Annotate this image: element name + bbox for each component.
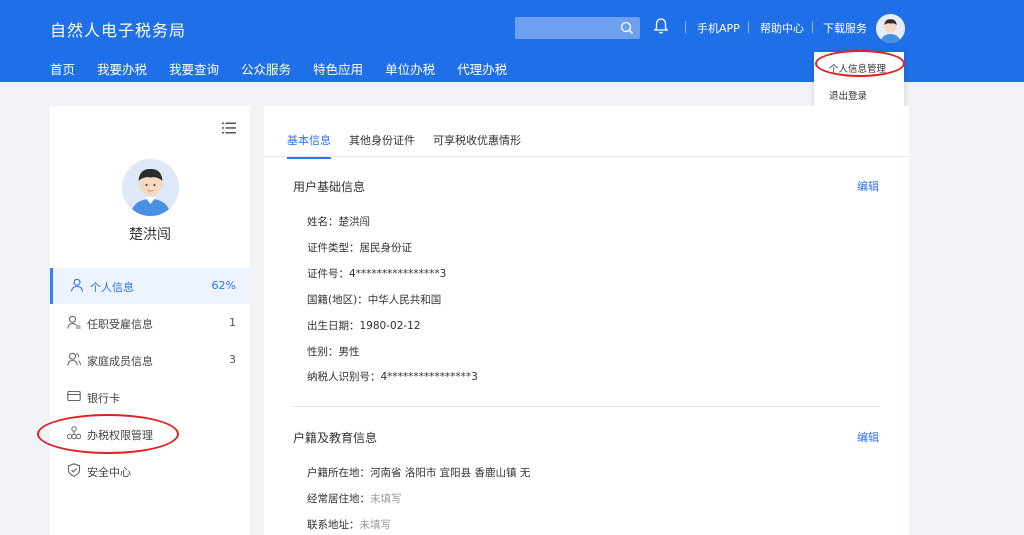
sidebar-item-label: 银行卡 (87, 392, 120, 405)
nav-home[interactable]: 首页 (50, 59, 75, 78)
nav-company-tax[interactable]: 单位办税 (385, 59, 435, 78)
avatar-icon (876, 14, 905, 43)
menu-logout[interactable]: 退出登录 (829, 88, 867, 102)
field-value: 未填写 (359, 519, 392, 531)
divider (293, 406, 879, 407)
field-birth-date: 出生日期：1980-02-12 (307, 318, 421, 333)
personal-info-content: 基本信息 其他身份证件 可享税收优惠情形 用户基础信息 编辑 姓名：楚洪闯 证件… (264, 106, 909, 535)
field-value: 河南省 洛阳市 宜阳县 香鹿山镇 无 (370, 467, 531, 479)
field-value: 居民身份证 (359, 242, 413, 254)
field-id-type: 证件类型：居民身份证 (307, 240, 412, 255)
sidebar-item-label: 办税权限管理 (87, 429, 153, 442)
section-title-household-info: 户籍及教育信息 (293, 431, 378, 445)
main-nav: 首页 我要办税 我要查询 公众服务 特色应用 单位办税 代理办税 (50, 59, 529, 78)
bell-icon[interactable] (653, 17, 669, 35)
nav-agent-tax[interactable]: 代理办税 (457, 59, 507, 78)
divider (812, 21, 813, 33)
sidebar-item-label: 个人信息 (90, 281, 134, 294)
edit-basic-info-link[interactable]: 编辑 (857, 178, 879, 194)
user-dropdown-menu: 个人信息管理 退出登录 (814, 52, 904, 106)
search-input[interactable] (521, 19, 621, 37)
tab-tax-preferences[interactable]: 可享税收优惠情形 (433, 132, 521, 158)
item-count: 1 (229, 316, 236, 329)
avatar-icon (122, 159, 179, 216)
field-value: 4****************3 (349, 268, 447, 280)
edit-household-info-link[interactable]: 编辑 (857, 429, 879, 445)
menu-personal-info-management[interactable]: 个人信息管理 (829, 61, 886, 75)
sidebar-item-personal-info[interactable]: 个人信息 62% (50, 268, 250, 304)
field-label: 联系地址： (307, 519, 360, 531)
users-icon (67, 352, 81, 366)
field-value: 未填写 (370, 493, 402, 505)
field-label: 性别： (307, 346, 339, 358)
sidebar-item-security-center[interactable]: 安全中心 (50, 453, 250, 489)
field-label: 经常居住地： (307, 493, 370, 505)
download-service-link[interactable]: 下载服务 (823, 20, 867, 36)
profile-avatar (122, 159, 179, 216)
field-gender: 性别：男性 (307, 344, 360, 359)
help-center-link[interactable]: 帮助中心 (760, 20, 804, 36)
divider (685, 21, 686, 33)
field-label: 姓名： (307, 216, 339, 228)
field-label: 纳税人识别号： (307, 371, 381, 383)
search-box (515, 17, 640, 39)
nav-query[interactable]: 我要查询 (169, 59, 219, 78)
search-icon[interactable] (619, 20, 635, 36)
user-icon (70, 278, 84, 292)
divider (748, 21, 749, 33)
field-label: 出生日期： (307, 320, 360, 332)
field-residence: 经常居住地：未填写 (307, 491, 402, 506)
list-menu-icon[interactable] (222, 122, 236, 134)
sidebar-item-family-members[interactable]: 家庭成员信息 3 (50, 342, 250, 378)
user-list-icon (67, 315, 81, 329)
field-value: 男性 (338, 346, 360, 358)
field-label: 户籍所在地： (307, 467, 370, 479)
field-name: 姓名：楚洪闯 (307, 214, 370, 229)
field-taxpayer-id: 纳税人识别号：4****************3 (307, 369, 478, 384)
field-label: 证件类型： (307, 242, 360, 254)
sidebar-item-label: 任职受雇信息 (87, 318, 153, 331)
mobile-app-link[interactable]: 手机APP (697, 20, 740, 36)
divider (264, 156, 909, 157)
card-icon (67, 390, 81, 402)
field-value: 楚洪闯 (338, 216, 371, 228)
sidebar-item-employment-info[interactable]: 任职受雇信息 1 (50, 305, 250, 341)
profile-name: 楚洪闯 (129, 227, 171, 243)
field-id-number: 证件号：4****************3 (307, 266, 446, 281)
field-nationality: 国籍(地区)：中华人民共和国 (307, 292, 441, 307)
tab-other-id-documents[interactable]: 其他身份证件 (349, 132, 415, 158)
shield-icon (67, 463, 81, 477)
sidebar-item-bank-card[interactable]: 银行卡 (50, 379, 250, 415)
site-brand[interactable]: 自然人电子税务局 (50, 17, 186, 41)
sidebar-item-label: 家庭成员信息 (87, 355, 153, 368)
field-value: 1980-02-12 (359, 320, 421, 332)
nav-public-service[interactable]: 公众服务 (241, 59, 291, 78)
field-household-registration: 户籍所在地：河南省 洛阳市 宜阳县 香鹿山镇 无 (307, 465, 530, 480)
completion-percent: 62% (211, 279, 236, 292)
section-title-basic-info: 用户基础信息 (293, 180, 366, 194)
field-label: 证件号： (307, 268, 349, 280)
org-chart-icon (67, 426, 81, 440)
field-value: 中华人民共和国 (367, 294, 442, 306)
sidebar-item-label: 安全中心 (87, 466, 131, 479)
field-contact-address: 联系地址：未填写 (307, 517, 391, 532)
field-label: 国籍(地区)： (307, 294, 368, 306)
info-tabs: 基本信息 其他身份证件 可享税收优惠情形 (287, 132, 539, 159)
user-avatar[interactable] (876, 14, 905, 43)
nav-featured-apps[interactable]: 特色应用 (313, 59, 363, 78)
item-count: 3 (229, 353, 236, 366)
tab-basic-info[interactable]: 基本信息 (287, 132, 331, 159)
field-value: 4****************3 (380, 371, 478, 383)
sidebar-item-tax-permission[interactable]: 办税权限管理 (50, 416, 250, 452)
nav-file-tax[interactable]: 我要办税 (97, 59, 147, 78)
profile-sidebar: 楚洪闯 个人信息 62% 任职受雇信息 1 家庭成员信息 3 银行卡 办税权限管… (50, 106, 250, 535)
